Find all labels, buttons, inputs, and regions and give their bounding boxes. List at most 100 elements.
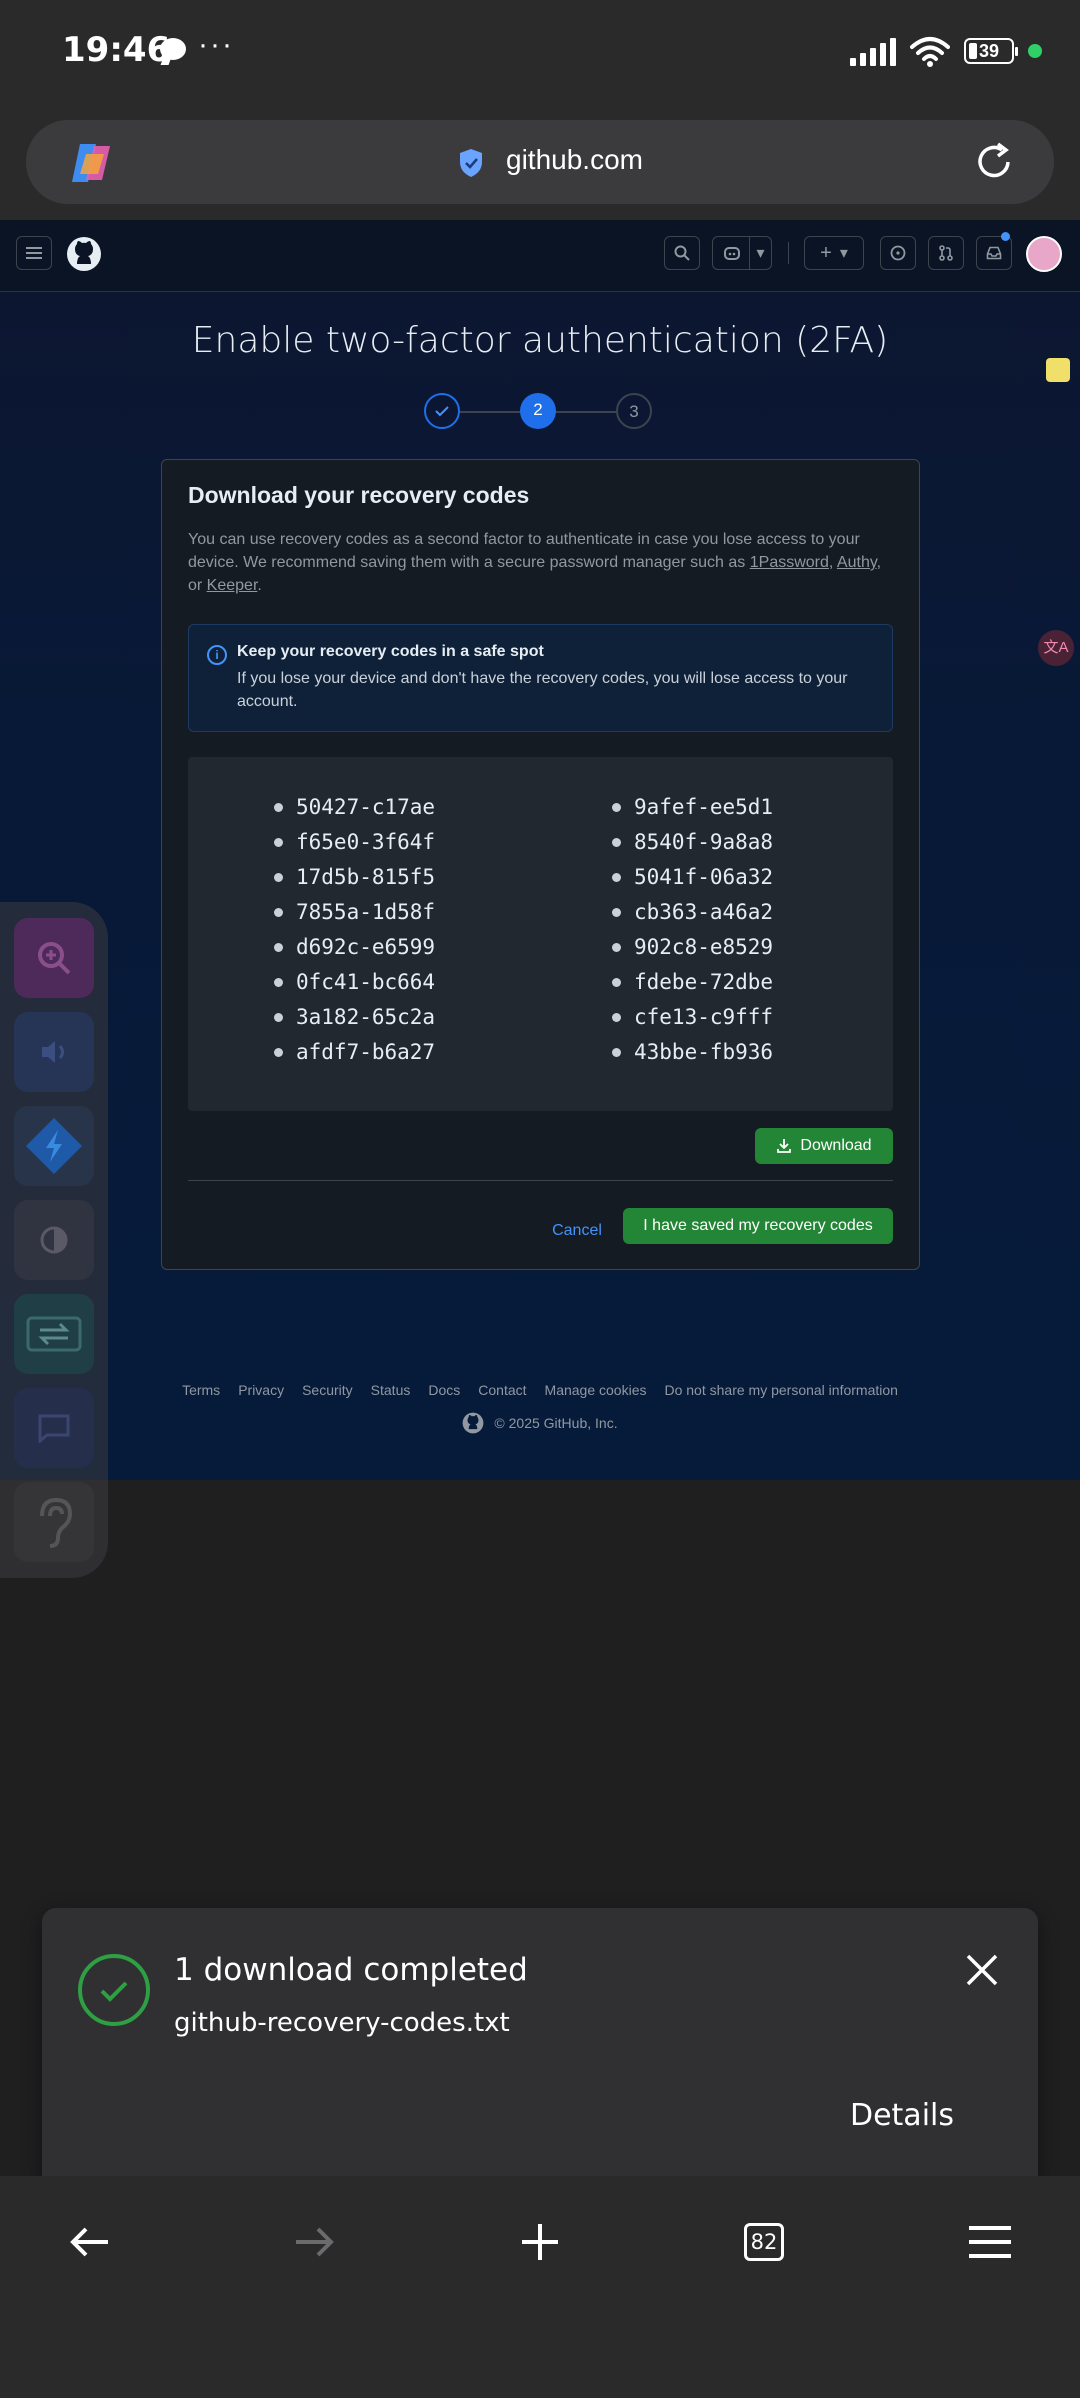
contrast-icon [40,1226,68,1254]
forward-button[interactable] [282,2210,346,2274]
copilot-head-icon [724,247,740,260]
menu-button[interactable] [958,2210,1022,2274]
recovery-code: 7855a-1d58f [274,900,435,935]
footer-link[interactable]: Privacy [238,1382,284,1398]
avatar[interactable] [1026,236,1062,272]
issues-button[interactable] [880,236,916,270]
link-1password[interactable]: 1Password [750,554,829,571]
menu-button[interactable] [16,236,52,270]
toast-title: 1 download completed [174,1952,528,1988]
download-complete-icon [78,1954,150,2026]
footer-link[interactable]: Status [371,1382,411,1398]
web-content: ▾ + ▾ Enable two-factor authentication (2… [0,220,1080,1480]
switch-access-button[interactable] [14,1294,94,1374]
recovery-code: cfe13-c9fff [612,1005,773,1040]
recovery-codes-box: 50427-c17ae f65e0-3f64f 17d5b-815f5 7855… [188,757,893,1111]
recovery-codes-card: Download your recovery codes You can use… [161,459,920,1270]
issue-icon [890,245,906,261]
status-icons: 39 [850,30,1042,72]
download-label: Download [800,1137,872,1154]
downloaded-filename[interactable]: github-recovery-codes.txt [174,2008,510,2038]
card-divider [188,1180,893,1181]
browser-toolbar: github.com [0,104,1080,220]
reload-icon[interactable] [972,140,1016,184]
arrow-left-icon [70,2227,108,2257]
flash-text: If you lose your device and don't have t… [237,670,848,710]
step-connector [556,411,616,413]
header-divider [788,242,789,264]
link-keeper[interactable]: Keeper [207,577,258,594]
recovery-code: f65e0-3f64f [274,830,435,865]
magnifier-button[interactable] [14,918,94,998]
footer-link[interactable]: Do not share my personal information [664,1382,897,1398]
inbox-icon [986,246,1002,260]
secure-shield-icon[interactable] [458,148,484,178]
captions-button[interactable] [14,1388,94,1468]
translate-icon[interactable]: 文A [1038,630,1074,666]
search-button[interactable] [664,236,700,270]
link-authy[interactable]: Authy [837,554,877,571]
recovery-code: 17d5b-815f5 [274,865,435,900]
contrast-button[interactable] [14,1200,94,1280]
copilot-icon[interactable] [66,140,116,186]
accessibility-panel [0,902,108,1578]
download-icon [777,1139,792,1153]
back-button[interactable] [58,2210,122,2274]
footer-links: Terms Privacy Security Status Docs Conta… [0,1382,1080,1398]
recovery-code: d692c-e6599 [274,935,435,970]
details-button[interactable]: Details [850,2098,954,2133]
inbox-button[interactable] [976,236,1012,270]
speaker-icon [42,1041,64,1063]
tabs-button[interactable]: 82 [732,2210,796,2274]
plus-icon: + [820,241,832,264]
github-logo-icon[interactable] [66,236,102,272]
card-description: You can use recovery codes as a second f… [188,531,882,594]
footer-link[interactable]: Terms [182,1382,220,1398]
battery-icon: 39 [964,38,1018,64]
extension-badge-icon[interactable] [1046,358,1070,382]
footer-link[interactable]: Security [302,1382,353,1398]
download-button[interactable]: Download [755,1128,893,1164]
pull-request-icon [939,245,953,261]
hearing-button[interactable] [14,1482,94,1562]
close-icon[interactable] [962,1950,1002,1990]
step-1-complete [424,393,460,429]
privacy-indicator-dot [1028,44,1042,58]
pull-requests-button[interactable] [928,236,964,270]
url-text[interactable]: github.com [506,144,643,176]
footer-link[interactable]: Contact [478,1382,526,1398]
magnifier-icon [38,942,71,975]
recovery-code: 3a182-65c2a [274,1005,435,1040]
recovery-code: 43bbe-fb936 [612,1040,773,1075]
card-title: Download your recovery codes [188,482,530,508]
footer-link[interactable]: Manage cookies [545,1382,647,1398]
flash-title: Keep your recovery codes in a safe spot [237,643,544,660]
tab-count: 82 [744,2223,784,2261]
select-to-speak-button[interactable] [14,1012,94,1092]
recovery-code: 9afef-ee5d1 [612,795,773,830]
codes-column-right: 9afef-ee5d1 8540f-9a8a8 5041f-06a32 cb36… [612,795,773,1075]
cancel-button[interactable]: Cancel [542,1214,612,1248]
create-new-button[interactable]: + ▾ [804,236,864,270]
footer-link[interactable]: Docs [428,1382,460,1398]
check-icon [100,1981,128,2002]
screen: 19:46 ··· 39 github.com ▾ + ▾ Enable two… [0,0,1080,2398]
recovery-code: afdf7-b6a27 [274,1040,435,1075]
browser-bottom-nav: 82 [0,2176,1080,2398]
address-bar[interactable]: github.com [26,120,1054,204]
saved-codes-button[interactable]: I have saved my recovery codes [623,1208,893,1244]
copilot-button[interactable]: ▾ [712,236,772,270]
github-mark-icon [463,1412,484,1434]
switch-access-icon [26,1316,82,1352]
new-tab-button[interactable] [508,2210,572,2274]
step-2-current: 2 [520,393,556,429]
recovery-code: 902c8-e8529 [612,935,773,970]
more-notifications-icon: ··· [198,28,234,61]
codes-column-left: 50427-c17ae f65e0-3f64f 17d5b-815f5 7855… [274,795,435,1075]
download-toast: 1 download completed github-recovery-cod… [42,1908,1038,2190]
progress-steps: 2 3 [424,393,656,431]
step-3: 3 [616,393,652,429]
shortcut-button[interactable] [14,1106,94,1186]
search-icon [674,245,690,261]
message-icon [160,38,186,60]
